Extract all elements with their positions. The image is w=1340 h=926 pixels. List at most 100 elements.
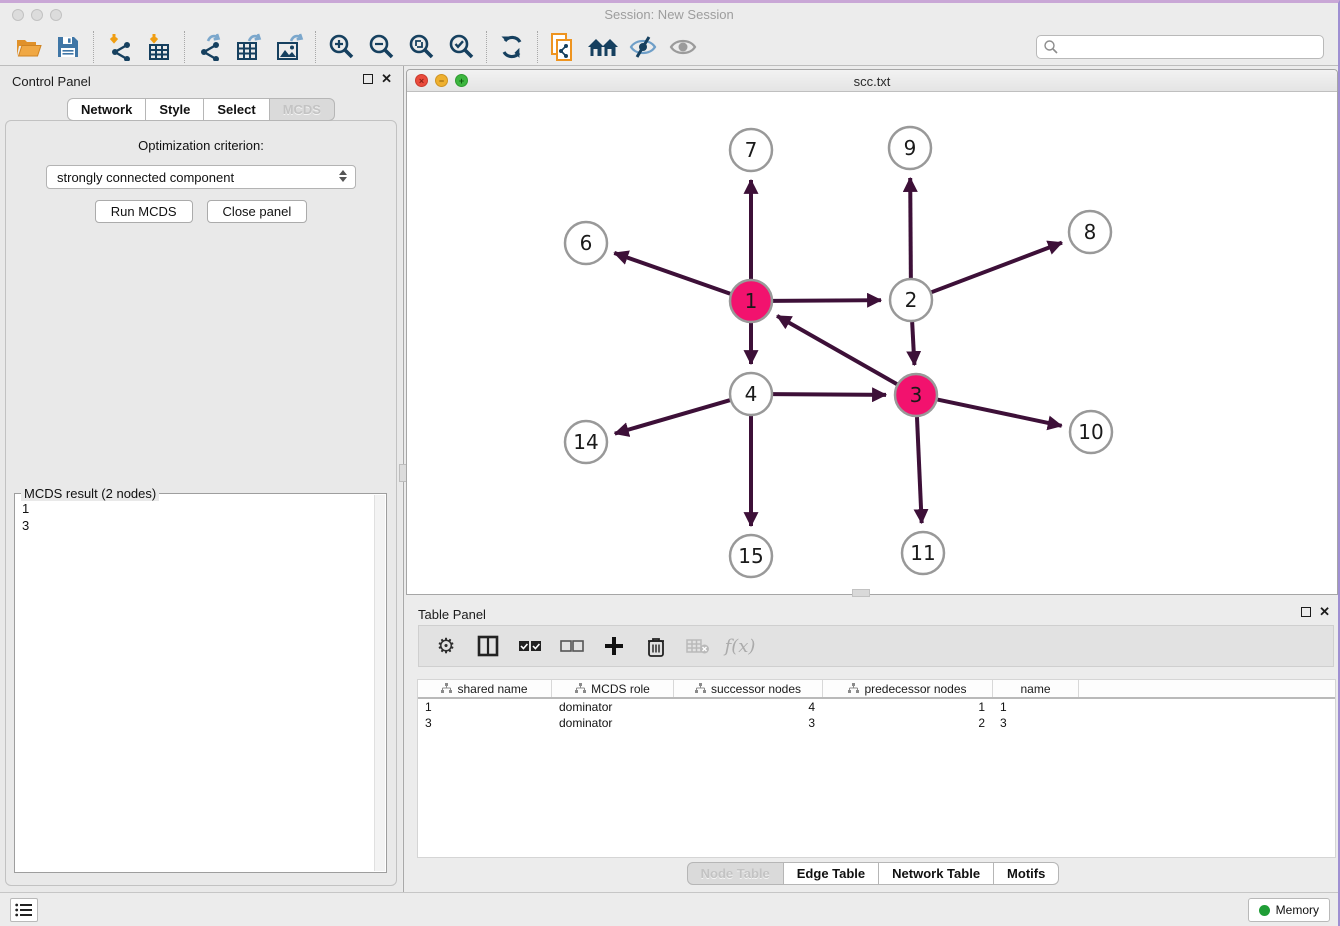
export-table-icon <box>235 33 265 61</box>
graph-node-label-7: 7 <box>745 138 758 162</box>
refresh-network-button[interactable] <box>492 31 532 63</box>
close-panel-icon[interactable]: ✕ <box>381 74 392 84</box>
network-from-file-button[interactable] <box>543 31 583 63</box>
main-toolbar <box>0 28 1338 66</box>
function-builder-icon[interactable]: f(x) <box>727 633 753 659</box>
optimization-criterion-select[interactable]: strongly connected component <box>46 165 356 189</box>
graph-node-label-6: 6 <box>580 231 593 255</box>
hierarchy-icon <box>441 683 452 694</box>
zoom-out-button[interactable] <box>361 31 401 63</box>
graph-edge-2-3[interactable] <box>912 322 914 365</box>
zoom-selected-button[interactable] <box>441 31 481 63</box>
graph-edge-2-9[interactable] <box>910 178 911 278</box>
graph-node-label-1: 1 <box>745 289 758 313</box>
application-window: Session: New Session <box>0 0 1340 926</box>
hide-details-button[interactable] <box>623 31 663 63</box>
graph-node-label-14: 14 <box>573 430 598 454</box>
select-chevrons-icon <box>339 170 347 182</box>
tab-node-table[interactable]: Node Table <box>687 862 784 885</box>
show-details-button[interactable] <box>663 31 703 63</box>
run-mcds-button[interactable]: Run MCDS <box>95 200 193 223</box>
graph-edge-3-1[interactable] <box>777 316 897 384</box>
graph-edge-1-6[interactable] <box>614 253 730 294</box>
export-network-icon <box>196 33 224 61</box>
network-table-splitter-grip[interactable] <box>852 589 870 597</box>
column-header-predecessor-nodes[interactable]: predecessor nodes <box>823 680 993 697</box>
column-header-successor-nodes[interactable]: successor nodes <box>674 680 823 697</box>
close-table-panel-icon[interactable]: ✕ <box>1319 607 1330 617</box>
import-network-icon <box>105 33 133 61</box>
tab-edge-table[interactable]: Edge Table <box>784 862 879 885</box>
delete-table-icon[interactable] <box>685 633 711 659</box>
float-table-panel-icon[interactable] <box>1301 607 1311 617</box>
table-panel-title: Table Panel <box>418 607 486 622</box>
column-header-mcds-role[interactable]: MCDS role <box>552 680 674 697</box>
save-floppy-icon <box>56 35 80 59</box>
tab-select[interactable]: Select <box>204 98 269 121</box>
network-canvas[interactable]: 7968124314101511 <box>407 92 1337 595</box>
zoom-selected-icon <box>448 33 475 60</box>
search-input[interactable] <box>1059 40 1323 54</box>
status-bar: Memory <box>0 892 1338 926</box>
control-panel-title: Control Panel <box>12 74 91 89</box>
delete-row-icon[interactable] <box>643 633 669 659</box>
zoom-fit-icon <box>408 33 435 60</box>
eye-icon <box>669 35 697 59</box>
toolbar-search[interactable] <box>1036 35 1324 59</box>
graph-edge-2-8[interactable] <box>932 243 1062 293</box>
mcds-result-text[interactable]: 1 3 <box>18 500 372 869</box>
export-network-button[interactable] <box>190 31 230 63</box>
memory-button[interactable]: Memory <box>1248 898 1330 922</box>
tab-network[interactable]: Network <box>67 98 146 121</box>
add-row-icon[interactable] <box>601 633 627 659</box>
close-panel-button[interactable]: Close panel <box>207 200 308 223</box>
save-session-button[interactable] <box>48 31 88 63</box>
column-header-shared-name[interactable]: shared name <box>418 680 552 697</box>
graph-edge-1-2[interactable] <box>773 300 881 301</box>
tab-motifs[interactable]: Motifs <box>994 862 1059 885</box>
table-row[interactable]: 1 dominator 4 1 1 <box>418 699 1335 715</box>
table-row[interactable]: 3 dominator 3 2 3 <box>418 715 1335 731</box>
zoom-in-button[interactable] <box>321 31 361 63</box>
export-image-icon <box>275 33 305 61</box>
search-icon <box>1043 39 1059 55</box>
table-tabs: Node Table Edge Table Network Table Moti… <box>406 862 1340 885</box>
control-panel: Control Panel ✕ Network Style Select MCD… <box>0 66 402 894</box>
hierarchy-icon <box>848 683 859 694</box>
network-from-file-icon <box>549 32 577 62</box>
export-image-button[interactable] <box>270 31 310 63</box>
export-table-button[interactable] <box>230 31 270 63</box>
float-panel-icon[interactable] <box>363 74 373 84</box>
select-all-icon[interactable] <box>517 633 543 659</box>
home-button[interactable] <box>583 31 623 63</box>
network-window-titlebar[interactable]: × − + scc.txt <box>407 70 1337 92</box>
toolbar-separator <box>486 31 487 63</box>
graph-node-label-4: 4 <box>745 382 758 406</box>
hierarchy-icon <box>575 683 586 694</box>
open-session-button[interactable] <box>8 31 48 63</box>
import-network-button[interactable] <box>99 31 139 63</box>
tab-network-table[interactable]: Network Table <box>879 862 994 885</box>
zoom-in-icon <box>328 33 355 60</box>
graph-node-label-9: 9 <box>904 136 917 160</box>
deselect-all-icon[interactable] <box>559 633 585 659</box>
hierarchy-icon <box>695 683 706 694</box>
graph-edge-4-14[interactable] <box>615 400 730 433</box>
mcds-panel: Optimization criterion: strongly connect… <box>5 120 397 886</box>
tab-mcds[interactable]: MCDS <box>270 98 335 121</box>
graph-node-label-8: 8 <box>1084 220 1097 244</box>
import-table-button[interactable] <box>139 31 179 63</box>
optimization-criterion-value: strongly connected component <box>57 170 234 185</box>
session-title: Session: New Session <box>0 7 1338 22</box>
graph-edge-3-11[interactable] <box>917 417 922 523</box>
tab-style[interactable]: Style <box>146 98 204 121</box>
column-header-name[interactable]: name <box>993 680 1079 697</box>
task-history-button[interactable] <box>10 898 38 922</box>
column-chooser-icon[interactable] <box>475 633 501 659</box>
graph-edge-3-10[interactable] <box>938 400 1062 426</box>
toolbar-separator <box>315 31 316 63</box>
result-scrollbar[interactable] <box>374 495 385 871</box>
graph-edge-4-3[interactable] <box>773 394 886 395</box>
zoom-fit-button[interactable] <box>401 31 441 63</box>
settings-gear-icon[interactable]: ⚙ <box>433 633 459 659</box>
